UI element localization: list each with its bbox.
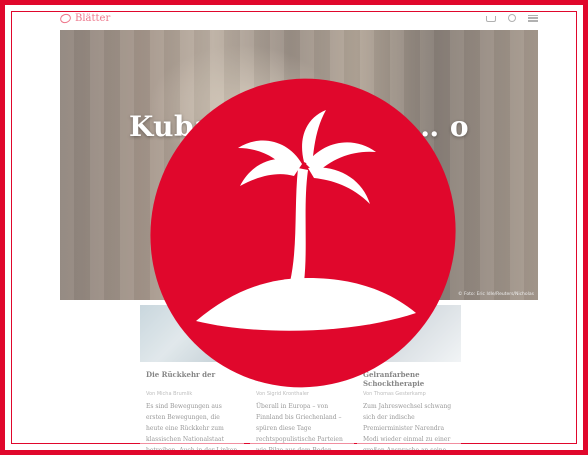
cart-icon[interactable] bbox=[486, 16, 496, 22]
app-frame: Blätter Kuba … Eric Idle … o © Foto: Eri… bbox=[0, 0, 588, 455]
article-excerpt: Überall in Europa – von Finnland bis Gri… bbox=[256, 403, 343, 454]
top-nav: Blätter bbox=[58, 11, 538, 25]
article-author: Von Sigrid Kronthaler bbox=[256, 391, 309, 397]
article-excerpt: Zum Jahreswechsel schwang sich der indis… bbox=[363, 403, 452, 454]
site-logo[interactable]: Blätter bbox=[58, 11, 111, 25]
search-icon[interactable] bbox=[508, 14, 516, 22]
article-author: Von Thomas Gesterkamp bbox=[363, 391, 426, 397]
hamburger-menu-icon[interactable] bbox=[528, 14, 538, 22]
logo-text: Blätter bbox=[75, 12, 111, 24]
logo-icon bbox=[58, 11, 73, 25]
palm-island-icon bbox=[196, 110, 416, 331]
article-excerpt: Es sind Bewegungen aus ersten Bewegungen… bbox=[146, 403, 238, 454]
article-author: Von Micha Brumlik bbox=[146, 391, 193, 397]
hero-photo-credit: © Foto: Eric Idle/Reuters/Nicholas bbox=[458, 292, 534, 297]
top-icons bbox=[486, 14, 538, 22]
